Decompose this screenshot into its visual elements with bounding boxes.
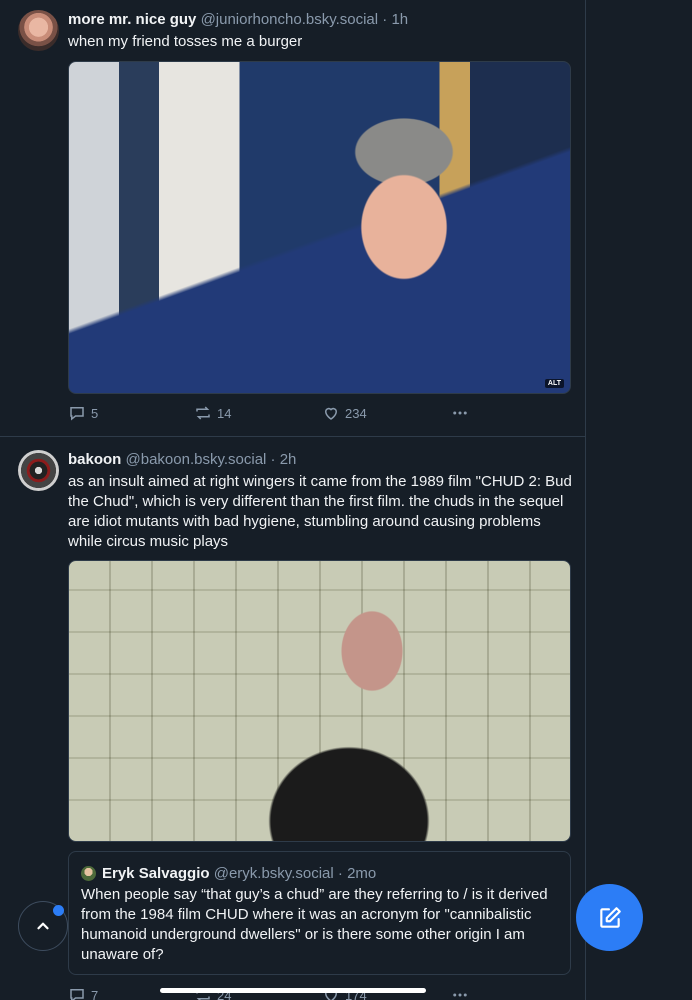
post-image[interactable]: ALT <box>68 61 571 394</box>
post-time[interactable]: 2h <box>280 451 297 468</box>
feed: more mr. nice guy @juniorhoncho.bsky.soc… <box>0 0 586 1000</box>
quote-time: 2mo <box>347 865 377 882</box>
chevron-up-icon <box>37 922 49 930</box>
compose-icon <box>599 906 621 928</box>
like-count: 234 <box>345 405 367 421</box>
reply-count: 7 <box>91 987 99 1000</box>
more-options-button[interactable] <box>450 404 470 422</box>
home-indicator <box>160 988 426 993</box>
compose-button[interactable] <box>576 884 643 951</box>
author-handle[interactable]: @juniorhoncho.bsky.social <box>201 11 379 28</box>
separator: · <box>382 11 388 28</box>
post-text: as an insult aimed at right wingers it c… <box>68 473 572 550</box>
reply-count: 5 <box>91 405 99 421</box>
alt-badge[interactable]: ALT <box>544 379 564 388</box>
post-time[interactable]: 1h <box>391 11 408 28</box>
post-text: when my friend tosses me a burger <box>68 33 303 50</box>
quote-author-handle: @eryk.bsky.social <box>213 865 334 882</box>
reply-button[interactable]: 7 <box>68 986 98 1000</box>
reply-button[interactable]: 5 <box>68 404 98 422</box>
separator: · <box>337 865 343 882</box>
quote-text: When people say “that guy’s a chud” are … <box>81 886 548 963</box>
more-options-button[interactable] <box>450 986 470 1000</box>
post-image[interactable] <box>68 560 571 842</box>
quote-header: Eryk Salvaggio @eryk.bsky.social · 2mo <box>102 864 376 884</box>
author-handle[interactable]: @bakoon.bsky.social <box>126 451 267 468</box>
post[interactable]: more mr. nice guy @juniorhoncho.bsky.soc… <box>0 0 585 437</box>
separator: · <box>270 451 276 468</box>
author-name[interactable]: bakoon <box>68 451 121 468</box>
repost-button[interactable]: 14 <box>194 404 231 422</box>
quoted-post[interactable]: Eryk Salvaggio @eryk.bsky.social · 2mo W… <box>68 851 571 975</box>
post-header: bakoon @bakoon.bsky.social · 2h <box>68 450 296 470</box>
reply-icon <box>70 989 84 1000</box>
more-icon <box>453 993 467 997</box>
avatar[interactable] <box>18 450 59 491</box>
like-icon <box>324 407 338 420</box>
reply-icon <box>70 407 84 421</box>
more-icon <box>453 411 467 415</box>
avatar[interactable] <box>18 10 59 51</box>
post-header: more mr. nice guy @juniorhoncho.bsky.soc… <box>68 10 408 30</box>
author-name[interactable]: more mr. nice guy <box>68 11 196 28</box>
new-posts-indicator <box>53 905 64 916</box>
repost-icon <box>196 406 210 420</box>
like-button[interactable]: 234 <box>322 404 367 422</box>
repost-count: 14 <box>217 405 232 421</box>
quote-avatar <box>81 866 96 881</box>
quote-author-name: Eryk Salvaggio <box>102 865 210 882</box>
